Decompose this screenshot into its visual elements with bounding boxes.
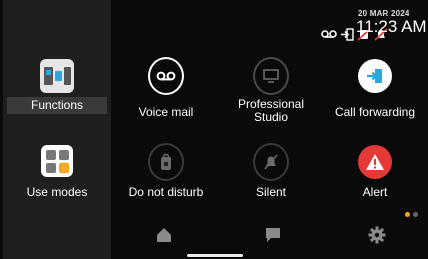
phone-home-screen: 20 MAR 2024 11:23 AM Functions Voice mai…: [0, 0, 428, 259]
tile-do-not-disturb[interactable]: Do not disturb: [116, 130, 216, 216]
tile-functions[interactable]: Functions: [7, 44, 107, 130]
page-dot[interactable]: [413, 212, 418, 217]
page-dot-active[interactable]: [405, 212, 410, 217]
settings-gear-icon: [368, 226, 386, 249]
tile-label-alert: Alert: [362, 185, 388, 199]
settings-button[interactable]: [365, 226, 389, 248]
bell-muted-icon: [253, 143, 289, 181]
alert-triangle-icon: [357, 144, 393, 180]
call-forward-icon: [340, 27, 354, 41]
tile-label-functions: Functions: [7, 97, 107, 114]
tile-use-modes[interactable]: Use modes: [7, 130, 107, 216]
tile-label-call-forwarding: Call forwarding: [334, 105, 416, 119]
door-hanger-icon: [148, 143, 184, 181]
page-indicator: [405, 212, 418, 217]
tile-label-silent: Silent: [255, 185, 287, 199]
tile-call-forwarding[interactable]: Call forwarding: [325, 44, 425, 130]
tile-voice-mail[interactable]: Voice mail: [116, 44, 216, 130]
use-modes-grid-icon: [39, 143, 75, 179]
voicemail-icon: [321, 29, 337, 39]
home-button[interactable]: [152, 226, 176, 248]
call-forward-icon: [357, 58, 393, 94]
tile-label-professional-studio: Professional Studio: [237, 97, 305, 124]
chat-icon: [264, 226, 282, 249]
tile-professional-studio[interactable]: Professional Studio: [221, 44, 321, 130]
tile-silent[interactable]: Silent: [221, 130, 321, 216]
tile-label-use-modes: Use modes: [26, 185, 88, 199]
home-indicator-bar[interactable]: [187, 254, 243, 257]
status-time: 11:23 AM: [356, 17, 427, 36]
tile-alert[interactable]: Alert: [325, 130, 425, 216]
tile-label-voice-mail: Voice mail: [138, 105, 194, 119]
home-icon: [155, 226, 173, 249]
tile-label-do-not-disturb: Do not disturb: [128, 185, 204, 199]
chat-button[interactable]: [261, 226, 285, 248]
monitor-icon: [253, 57, 289, 95]
phone-functions-icon: [39, 58, 75, 94]
voicemail-icon: [148, 57, 184, 95]
